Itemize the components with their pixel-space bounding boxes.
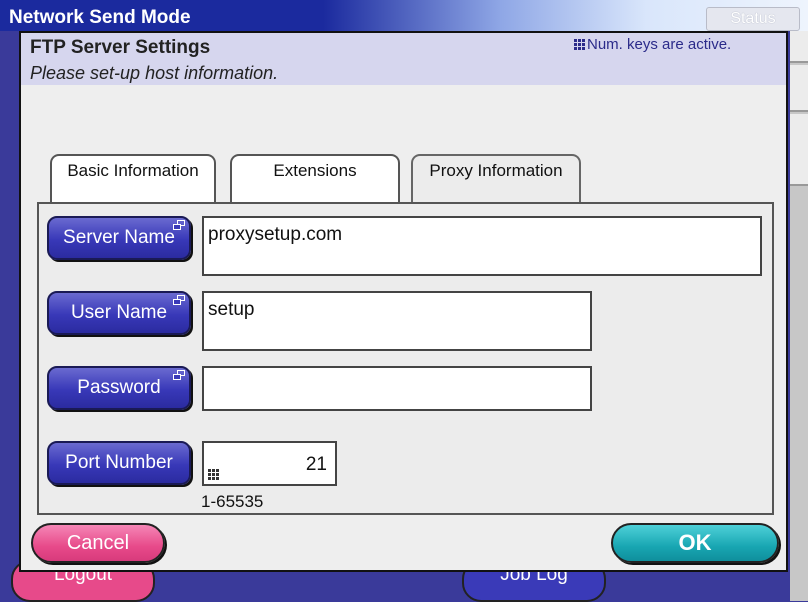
popup-window-icon [172, 220, 185, 231]
ftp-settings-dialog: FTP Server Settings Please set-up host i… [19, 31, 788, 572]
port-number-button[interactable]: Port Number [47, 441, 191, 485]
popup-window-icon [172, 370, 185, 381]
port-number-field[interactable]: 21 [202, 441, 337, 486]
numeric-keypad-icon [574, 39, 585, 50]
dialog-title: FTP Server Settings [30, 37, 211, 58]
status-button[interactable]: Status [706, 7, 800, 31]
numkeys-notice-text: Num. keys are active. [587, 36, 732, 53]
port-range-hint: 1-65535 [201, 492, 264, 511]
server-name-field[interactable]: proxysetup.com [202, 216, 762, 276]
user-name-button[interactable]: User Name [47, 291, 191, 335]
popup-window-icon [172, 295, 185, 306]
user-name-field[interactable]: setup [202, 291, 592, 351]
password-field[interactable] [202, 366, 592, 411]
server-name-label: Server Name [63, 227, 175, 248]
background-side-strip [790, 31, 808, 601]
user-name-label: User Name [70, 302, 168, 323]
ok-button[interactable]: OK [611, 523, 779, 563]
password-label: Password [77, 377, 161, 398]
dialog-header: FTP Server Settings Please set-up host i… [21, 33, 786, 85]
server-name-button[interactable]: Server Name [47, 216, 191, 260]
numkeys-notice: Num. keys are active. [574, 36, 731, 53]
port-number-label: Port Number [65, 452, 173, 473]
tab-extensions[interactable]: Extensions [230, 154, 400, 202]
password-button[interactable]: Password [47, 366, 191, 410]
tab-proxy-information[interactable]: Proxy Information [411, 154, 581, 204]
app-title: Network Send Mode [9, 7, 191, 28]
numeric-keypad-icon [208, 469, 219, 480]
tab-basic-information[interactable]: Basic Information [50, 154, 216, 202]
port-number-value: 21 [305, 454, 327, 475]
app-title-bar: Network Send Mode Status [0, 0, 808, 31]
dialog-subtitle: Please set-up host information. [30, 63, 279, 83]
cancel-button[interactable]: Cancel [31, 523, 165, 563]
proxy-information-panel: Server Name proxysetup.com User Name set… [37, 202, 774, 515]
